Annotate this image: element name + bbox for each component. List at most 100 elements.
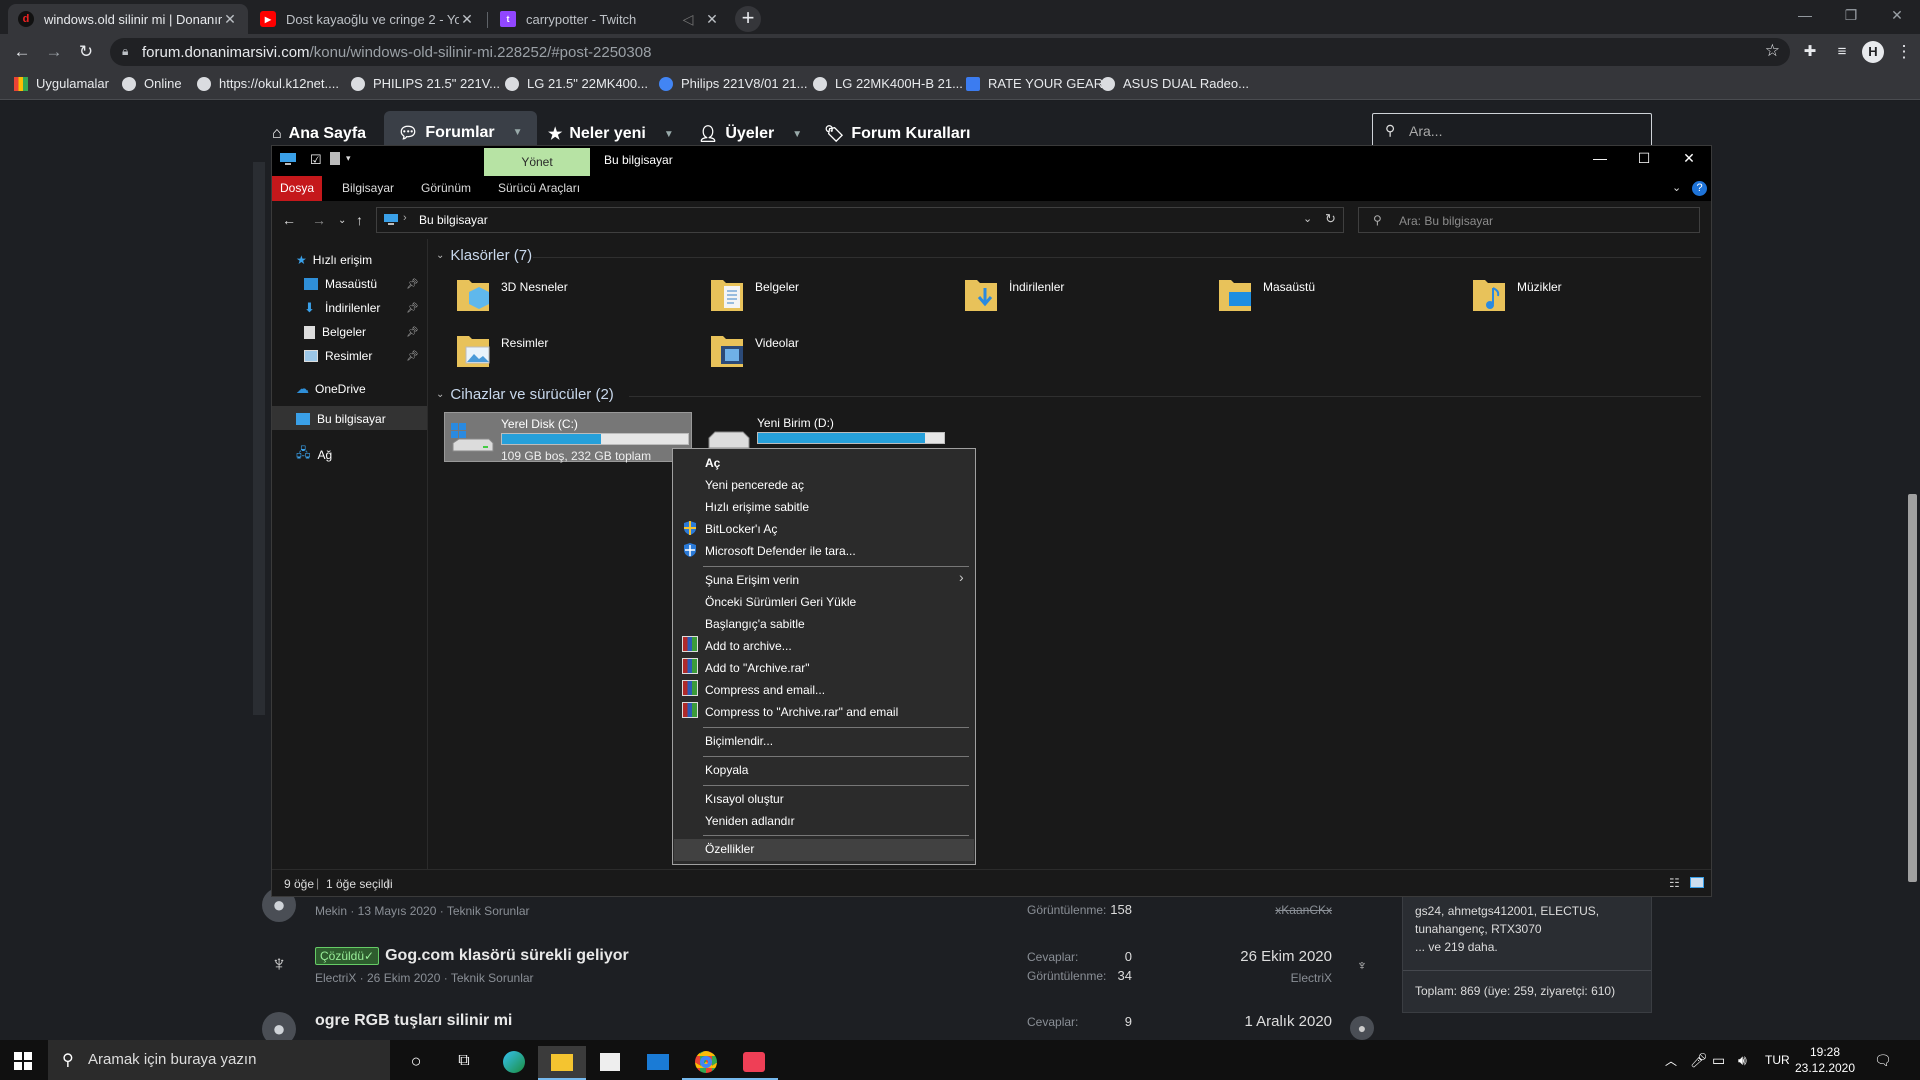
menu-item-defender-scan[interactable]: Microsoft Defender ile tara... (705, 544, 856, 558)
collapse-chevron-icon[interactable]: ⌄ (436, 250, 444, 261)
chevron-down-icon[interactable]: ▼ (792, 129, 802, 140)
profile-avatar[interactable]: H (1862, 41, 1884, 63)
online-names[interactable]: tunahangenç, RTX3070 (1415, 922, 1542, 936)
network-tray-icon[interactable]: ▭ (1712, 1052, 1725, 1069)
scrollbar-thumb[interactable] (1908, 494, 1917, 882)
reading-list-icon[interactable]: ≡ (1830, 40, 1854, 64)
menu-item-copy[interactable]: Kopyala (705, 763, 748, 777)
last-post-date[interactable]: 26 Ekim 2020 (1202, 948, 1332, 965)
folder-desktop[interactable]: Masaüstü (1217, 274, 1447, 324)
clock[interactable]: 19:28 23.12.2020 (1790, 1044, 1860, 1076)
tab-computer[interactable]: Bilgisayar (334, 176, 402, 201)
menu-item-add-to-archive[interactable]: Add to archive... (705, 639, 792, 653)
thread-title[interactable]: ogre RGB tuşları silinir mi (315, 1012, 512, 1030)
nav-this-pc[interactable]: Bu bilgisayar (296, 412, 386, 426)
bookmark-item[interactable]: RATE YOUR GEAR (966, 76, 1103, 91)
edge-browser-icon[interactable] (490, 1046, 538, 1080)
tab-file[interactable]: Dosya (272, 176, 323, 201)
new-folder-icon[interactable] (330, 152, 340, 165)
customize-quick-access-icon[interactable]: ▾ (346, 153, 360, 167)
store-icon[interactable] (586, 1046, 634, 1080)
windows-start-icon[interactable] (14, 1052, 32, 1070)
tab-twitch[interactable]: t carrypotter - Twitch ◁ ✕ (490, 4, 730, 34)
properties-check-icon[interactable]: ☑ (310, 152, 324, 167)
menu-item-add-to-archive-rar[interactable]: Add to "Archive.rar" (705, 661, 810, 675)
last-post-date[interactable]: 1 Aralık 2020 (1202, 1013, 1332, 1030)
menu-item-open[interactable]: Aç (705, 456, 720, 470)
task-view-icon[interactable]: ⧉ (440, 1046, 488, 1080)
microphone-icon[interactable]: 🎤︎ (1690, 1052, 1708, 1069)
language-indicator[interactable]: TUR (1765, 1053, 1790, 1067)
nav-documents[interactable]: Belgeler 📌︎ (304, 325, 419, 339)
bookmark-apps[interactable]: Uygulamalar (14, 76, 109, 91)
menu-item-pin-quick-access[interactable]: Hızlı erişime sabitle (705, 500, 809, 514)
tab-youtube[interactable]: ▶ Dost kayaoğlu ve cringe 2 - YouT ✕ (250, 4, 485, 34)
menu-item-compress-rar-email[interactable]: Compress to "Archive.rar" and email (705, 705, 898, 719)
thread-row[interactable]: ● Mekin · 13 Mayıs 2020 · Teknik Sorunla… (262, 888, 1382, 950)
page-scrollbar[interactable] (1904, 101, 1920, 1040)
new-tab-button[interactable]: + (735, 6, 761, 32)
menu-item-restore-versions[interactable]: Önceki Sürümleri Geri Yükle (705, 595, 856, 609)
bookmark-item[interactable]: Online (122, 76, 182, 91)
last-poster[interactable]: xKaanCKx (1202, 903, 1332, 917)
folder-videos[interactable]: Videolar (709, 330, 939, 380)
nav-pictures[interactable]: Resimler 📌︎ (304, 349, 419, 363)
nav-downloads[interactable]: ⬇ İndirilenler 📌︎ (304, 301, 419, 315)
forward-arrow-icon[interactable]: → (312, 212, 326, 228)
bookmark-item[interactable]: Philips 221V8/01 21... (659, 76, 807, 91)
thread-title[interactable]: Çözüldü✓ Gog.com klasörü sürekli geliyor (315, 947, 629, 965)
menu-item-create-shortcut[interactable]: Kısayol oluştur (705, 792, 784, 806)
mail-icon[interactable] (634, 1046, 682, 1080)
show-hidden-icons-chevron-icon[interactable]: ︿ (1665, 1052, 1677, 1069)
folder-documents[interactable]: Belgeler (709, 274, 939, 324)
tab-forum[interactable]: d windows.old silinir mi | Donanım ✕ (8, 4, 248, 34)
path-bar[interactable]: › Bu bilgisayar ⌄ ↻ (376, 207, 1344, 233)
bookmark-item[interactable]: LG 22MK400H-B 21... (813, 76, 963, 91)
nav-quick-access[interactable]: ★ Hızlı erişim (296, 253, 372, 267)
cortana-circle-icon[interactable]: ○ (392, 1046, 440, 1080)
address-bar[interactable]: 🔒︎ forum.donanimarsivi.com/konu/windows-… (110, 38, 1790, 66)
breadcrumb-chevron-icon[interactable]: › (403, 212, 407, 224)
refresh-icon[interactable]: ↻ (1325, 211, 1336, 227)
expand-ribbon-chevron-icon[interactable]: ⌄ (1672, 181, 1681, 194)
folder-music[interactable]: Müzikler (1471, 274, 1701, 324)
menu-item-pin-start[interactable]: Başlangıç'a sabitle (705, 617, 805, 631)
folder-pictures[interactable]: Resimler (455, 330, 685, 380)
back-arrow-icon[interactable]: ← (10, 40, 34, 64)
forward-arrow-icon[interactable]: → (42, 40, 66, 64)
action-center-icon[interactable]: 🗨︎ (1874, 1052, 1892, 1069)
extensions-puzzle-icon[interactable]: ✚ (1798, 40, 1822, 64)
taskbar-search-input[interactable]: ⚲ Aramak için buraya yazın (48, 1040, 390, 1080)
maximize-window-button[interactable]: ☐ (1629, 150, 1659, 167)
menu-item-format[interactable]: Biçimlendir... (705, 734, 773, 748)
chevron-down-icon[interactable]: ▼ (513, 127, 523, 138)
explorer-search-input[interactable]: ⚲ Ara: Bu bilgisayar (1358, 207, 1700, 233)
up-arrow-icon[interactable]: ↑ (356, 212, 363, 228)
close-tab-icon[interactable]: ✕ (459, 11, 475, 28)
path-dropdown-chevron-icon[interactable]: ⌄ (1303, 212, 1312, 225)
collapse-chevron-icon[interactable]: ⌄ (436, 389, 444, 400)
reload-icon[interactable]: ↻ (74, 40, 98, 64)
close-tab-icon[interactable]: ✕ (704, 11, 720, 28)
last-poster[interactable]: ElectriX (1202, 971, 1332, 985)
folders-group-header[interactable]: ⌄ Klasörler (7) (436, 247, 532, 264)
bookmark-item[interactable]: ASUS DUAL Radeo... (1101, 76, 1249, 91)
recent-locations-chevron-icon[interactable]: ⌄ (338, 215, 346, 226)
pocket-app-icon[interactable] (730, 1046, 778, 1080)
minimize-browser-button[interactable]: — (1782, 0, 1828, 30)
menu-item-bitlocker[interactable]: BitLocker'ı Aç (705, 522, 777, 536)
chevron-down-icon[interactable]: ▼ (664, 129, 674, 140)
nav-network[interactable]: 🖧︎ Ağ (296, 444, 332, 466)
bookmark-star-icon[interactable]: ☆ (1765, 41, 1780, 61)
menu-item-properties[interactable]: Özellikler (705, 842, 754, 856)
menu-item-give-access[interactable]: Şuna Erişim verin (705, 573, 799, 587)
forum-search-input[interactable]: ⚲ Ara... (1372, 113, 1652, 147)
help-icon[interactable]: ? (1692, 181, 1707, 196)
minimize-window-button[interactable]: — (1585, 150, 1615, 166)
nav-desktop[interactable]: Masaüstü 📌︎ (304, 277, 419, 291)
menu-item-open-new-window[interactable]: Yeni pencerede aç (705, 478, 804, 492)
audio-muted-icon[interactable]: ◁ (680, 11, 696, 28)
bookmark-item[interactable]: LG 21.5" 22MK400... (505, 76, 648, 91)
bookmark-item[interactable]: PHILIPS 21.5" 221V... (351, 76, 500, 91)
file-explorer-taskbar-icon[interactable] (538, 1046, 586, 1080)
